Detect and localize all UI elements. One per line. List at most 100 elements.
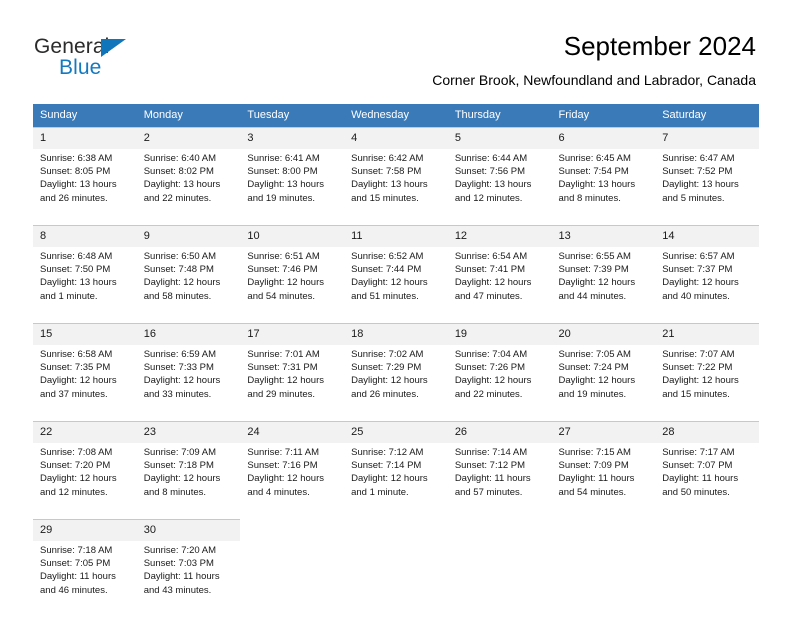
day-cell[interactable]: Sunrise: 6:55 AM Sunset: 7:39 PM Dayligh… <box>552 247 656 324</box>
day-cell[interactable]: Sunrise: 7:17 AM Sunset: 7:07 PM Dayligh… <box>655 443 759 520</box>
day-cell[interactable]: Sunrise: 6:57 AM Sunset: 7:37 PM Dayligh… <box>655 247 759 324</box>
day-number[interactable]: 1 <box>33 128 137 150</box>
daylight-line-2: and 43 minutes. <box>144 584 237 597</box>
day-number-empty <box>655 520 759 542</box>
day-cell[interactable]: Sunrise: 7:01 AM Sunset: 7:31 PM Dayligh… <box>240 345 344 422</box>
day-number[interactable]: 23 <box>137 422 241 444</box>
sunrise-text: Sunrise: 7:17 AM <box>662 446 755 459</box>
day-cell[interactable]: Sunrise: 6:38 AM Sunset: 8:05 PM Dayligh… <box>33 149 137 226</box>
day-cell[interactable]: Sunrise: 7:04 AM Sunset: 7:26 PM Dayligh… <box>448 345 552 422</box>
day-cell[interactable]: Sunrise: 7:02 AM Sunset: 7:29 PM Dayligh… <box>344 345 448 422</box>
sunset-text: Sunset: 8:02 PM <box>144 165 237 178</box>
sunrise-text: Sunrise: 7:11 AM <box>247 446 340 459</box>
day-cell[interactable]: Sunrise: 6:40 AM Sunset: 8:02 PM Dayligh… <box>137 149 241 226</box>
day-cell[interactable]: Sunrise: 6:58 AM Sunset: 7:35 PM Dayligh… <box>33 345 137 422</box>
day-cell[interactable]: Sunrise: 7:09 AM Sunset: 7:18 PM Dayligh… <box>137 443 241 520</box>
day-cell[interactable]: Sunrise: 7:05 AM Sunset: 7:24 PM Dayligh… <box>552 345 656 422</box>
day-cell[interactable]: Sunrise: 7:20 AM Sunset: 7:03 PM Dayligh… <box>137 541 241 617</box>
day-number[interactable]: 16 <box>137 324 241 346</box>
sunset-text: Sunset: 7:46 PM <box>247 263 340 276</box>
day-cell[interactable]: Sunrise: 6:51 AM Sunset: 7:46 PM Dayligh… <box>240 247 344 324</box>
day-number[interactable]: 2 <box>137 128 241 150</box>
daylight-line-1: Daylight: 13 hours <box>559 178 652 191</box>
day-number[interactable]: 28 <box>655 422 759 444</box>
day-cell[interactable]: Sunrise: 7:14 AM Sunset: 7:12 PM Dayligh… <box>448 443 552 520</box>
day-number[interactable]: 26 <box>448 422 552 444</box>
day-number[interactable]: 6 <box>552 128 656 150</box>
sunset-text: Sunset: 7:26 PM <box>455 361 548 374</box>
sunset-text: Sunset: 7:41 PM <box>455 263 548 276</box>
day-number[interactable]: 21 <box>655 324 759 346</box>
day-cell-empty <box>552 541 656 617</box>
day-cell[interactable]: Sunrise: 6:44 AM Sunset: 7:56 PM Dayligh… <box>448 149 552 226</box>
day-number[interactable]: 20 <box>552 324 656 346</box>
sunset-text: Sunset: 7:16 PM <box>247 459 340 472</box>
day-cell-empty <box>448 541 552 617</box>
day-cell[interactable]: Sunrise: 6:41 AM Sunset: 8:00 PM Dayligh… <box>240 149 344 226</box>
daylight-line-2: and 51 minutes. <box>351 290 444 303</box>
sunrise-text: Sunrise: 6:41 AM <box>247 152 340 165</box>
weekday-header-tuesday: Tuesday <box>240 104 344 128</box>
sunset-text: Sunset: 7:05 PM <box>40 557 133 570</box>
sunrise-text: Sunrise: 6:50 AM <box>144 250 237 263</box>
day-number[interactable]: 9 <box>137 226 241 248</box>
daylight-line-2: and 15 minutes. <box>662 388 755 401</box>
general-blue-logo: General Blue <box>34 36 234 84</box>
day-number[interactable]: 12 <box>448 226 552 248</box>
day-number[interactable]: 15 <box>33 324 137 346</box>
day-cell[interactable]: Sunrise: 6:52 AM Sunset: 7:44 PM Dayligh… <box>344 247 448 324</box>
day-number[interactable]: 19 <box>448 324 552 346</box>
calendar-header-row: Sunday Monday Tuesday Wednesday Thursday… <box>33 104 759 128</box>
daylight-line-1: Daylight: 12 hours <box>144 472 237 485</box>
day-number[interactable]: 18 <box>344 324 448 346</box>
day-cell[interactable]: Sunrise: 7:07 AM Sunset: 7:22 PM Dayligh… <box>655 345 759 422</box>
day-number[interactable]: 29 <box>33 520 137 542</box>
day-number[interactable]: 3 <box>240 128 344 150</box>
sunset-text: Sunset: 7:35 PM <box>40 361 133 374</box>
daylight-line-1: Daylight: 13 hours <box>40 276 133 289</box>
day-cell[interactable]: Sunrise: 7:11 AM Sunset: 7:16 PM Dayligh… <box>240 443 344 520</box>
weekday-header-saturday: Saturday <box>655 104 759 128</box>
sunrise-text: Sunrise: 6:52 AM <box>351 250 444 263</box>
day-cell[interactable]: Sunrise: 7:12 AM Sunset: 7:14 PM Dayligh… <box>344 443 448 520</box>
day-number[interactable]: 4 <box>344 128 448 150</box>
day-number[interactable]: 27 <box>552 422 656 444</box>
daylight-line-2: and 19 minutes. <box>559 388 652 401</box>
sunrise-text: Sunrise: 6:58 AM <box>40 348 133 361</box>
day-cell[interactable]: Sunrise: 6:59 AM Sunset: 7:33 PM Dayligh… <box>137 345 241 422</box>
daylight-line-1: Daylight: 11 hours <box>40 570 133 583</box>
daylight-line-2: and 44 minutes. <box>559 290 652 303</box>
week-row-daynumbers: 1 2 3 4 5 6 7 <box>33 128 759 150</box>
day-number[interactable]: 13 <box>552 226 656 248</box>
day-number[interactable]: 25 <box>344 422 448 444</box>
sunset-text: Sunset: 7:54 PM <box>559 165 652 178</box>
day-cell[interactable]: Sunrise: 6:50 AM Sunset: 7:48 PM Dayligh… <box>137 247 241 324</box>
day-number[interactable]: 10 <box>240 226 344 248</box>
sunrise-text: Sunrise: 7:01 AM <box>247 348 340 361</box>
daylight-line-2: and 46 minutes. <box>40 584 133 597</box>
day-cell[interactable]: Sunrise: 6:45 AM Sunset: 7:54 PM Dayligh… <box>552 149 656 226</box>
page-subtitle: Corner Brook, Newfoundland and Labrador,… <box>432 70 756 90</box>
day-cell[interactable]: Sunrise: 6:42 AM Sunset: 7:58 PM Dayligh… <box>344 149 448 226</box>
daylight-line-2: and 1 minute. <box>40 290 133 303</box>
day-number[interactable]: 7 <box>655 128 759 150</box>
day-number[interactable]: 24 <box>240 422 344 444</box>
day-number[interactable]: 8 <box>33 226 137 248</box>
logo-word-blue: Blue <box>59 57 101 79</box>
sunset-text: Sunset: 7:03 PM <box>144 557 237 570</box>
day-cell[interactable]: Sunrise: 6:54 AM Sunset: 7:41 PM Dayligh… <box>448 247 552 324</box>
day-number[interactable]: 14 <box>655 226 759 248</box>
daylight-line-1: Daylight: 12 hours <box>559 374 652 387</box>
day-number[interactable]: 11 <box>344 226 448 248</box>
daylight-line-2: and 47 minutes. <box>455 290 548 303</box>
day-number[interactable]: 22 <box>33 422 137 444</box>
day-cell[interactable]: Sunrise: 7:18 AM Sunset: 7:05 PM Dayligh… <box>33 541 137 617</box>
day-number[interactable]: 5 <box>448 128 552 150</box>
day-number[interactable]: 30 <box>137 520 241 542</box>
day-cell[interactable]: Sunrise: 6:47 AM Sunset: 7:52 PM Dayligh… <box>655 149 759 226</box>
day-number[interactable]: 17 <box>240 324 344 346</box>
day-cell[interactable]: Sunrise: 6:48 AM Sunset: 7:50 PM Dayligh… <box>33 247 137 324</box>
day-cell[interactable]: Sunrise: 7:08 AM Sunset: 7:20 PM Dayligh… <box>33 443 137 520</box>
day-cell[interactable]: Sunrise: 7:15 AM Sunset: 7:09 PM Dayligh… <box>552 443 656 520</box>
weekday-header-sunday: Sunday <box>33 104 137 128</box>
